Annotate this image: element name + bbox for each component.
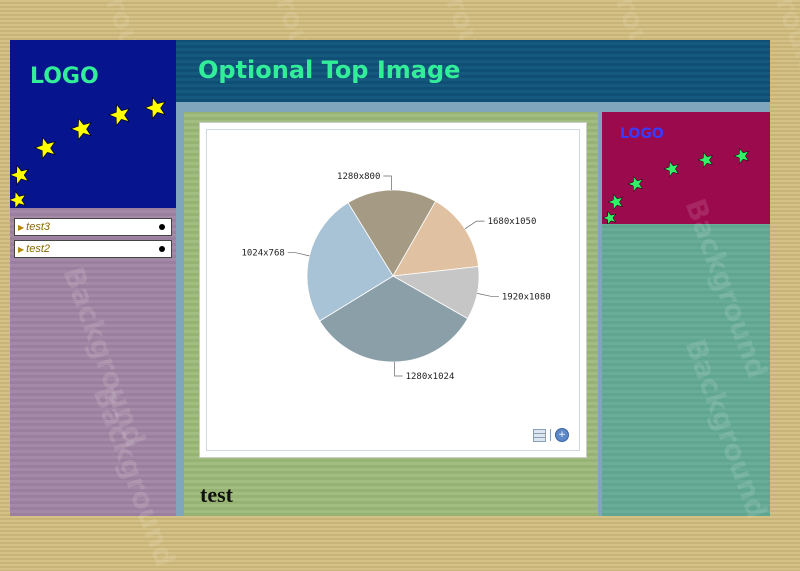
star-icon [627, 175, 644, 193]
right-logo-banner: LOGO [602, 112, 770, 224]
content-area: 1280x800 1680x1050 1920x1080 1280x1024 1024x… [184, 112, 598, 516]
pie-leader-line [287, 252, 310, 257]
top-banner: Optional Top Image [176, 40, 770, 102]
bullet-icon [159, 224, 165, 230]
star-icon [733, 147, 750, 165]
triangle-right-icon: ▶ [18, 244, 25, 254]
triangle-right-icon: ▶ [18, 222, 25, 232]
zoom-icon[interactable]: + [555, 428, 569, 442]
stars-decoration [10, 96, 166, 208]
star-icon [34, 136, 56, 160]
star-icon [108, 103, 130, 127]
sidebar-item-test2[interactable]: ▶ test2 [14, 240, 172, 258]
chart-frame: 1280x800 1680x1050 1920x1080 1280x1024 1024x… [199, 122, 587, 458]
main-area: Optional Top Image 1280x800 1680x1050 1920… [176, 40, 774, 523]
pie-label: 1280x1024 [406, 372, 455, 382]
star-icon [607, 193, 624, 211]
pie-label: 1920x1080 [502, 292, 551, 302]
sidebar-item-test3[interactable]: ▶ test3 [14, 218, 172, 236]
pie-leader-line [477, 293, 499, 297]
star-icon [602, 210, 617, 224]
stars-decoration [602, 147, 750, 224]
chart-panel: 1280x800 1680x1050 1920x1080 1280x1024 1024x… [206, 129, 580, 451]
sidebar-item-label: test2 [26, 243, 51, 255]
pie-label: 1280x800 [337, 172, 380, 182]
pie-leader-line [394, 361, 403, 377]
pie-label: 1024x768 [241, 249, 284, 259]
star-icon [10, 190, 27, 208]
star-icon [10, 164, 29, 186]
left-logo-banner: LOGO [10, 40, 176, 208]
background-watermark: Background [56, 262, 152, 451]
star-icon [70, 117, 92, 141]
pie-leader-line [383, 175, 392, 191]
left-sidebar: LOGO Background Background ▶ test3 ▶ tes… [10, 40, 182, 571]
pie-label: 1680x1050 [488, 217, 537, 227]
pie-chart: 1280x800 1680x1050 1920x1080 1280x1024 1024x… [241, 172, 551, 382]
background-watermark: Background [86, 382, 182, 571]
star-icon [663, 160, 680, 178]
sidebar-nav: ▶ test3 ▶ test2 [14, 218, 172, 262]
sidebar-item-label: test3 [26, 221, 51, 233]
chart-toolbar: + [533, 428, 569, 442]
page-title: Optional Top Image [198, 56, 461, 84]
star-icon [144, 96, 166, 120]
toolbar-divider [550, 429, 551, 441]
pie-leader-line [464, 220, 485, 230]
bullet-icon [159, 246, 165, 252]
star-icon [697, 151, 714, 169]
content-heading: test [200, 482, 233, 507]
background-watermark: Background [678, 334, 774, 523]
right-sidebar: LOGO Background Background [602, 112, 774, 523]
table-icon[interactable] [533, 428, 546, 442]
page-layout: LOGO Background Background ▶ test3 ▶ tes… [10, 40, 774, 571]
